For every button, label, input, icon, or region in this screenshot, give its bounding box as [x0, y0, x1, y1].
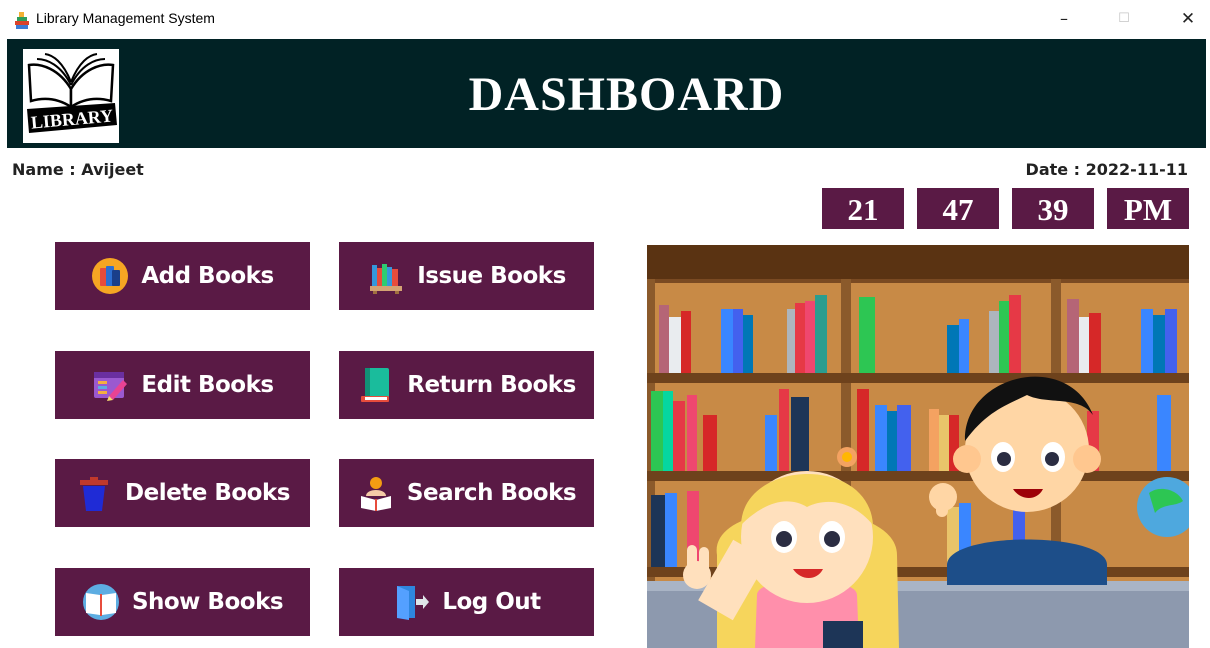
page-title: DASHBOARD — [468, 68, 785, 121]
date-label: Date : 2022-11-11 — [1025, 160, 1188, 179]
edit-books-button[interactable]: Edit Books — [55, 351, 310, 419]
books-app-icon — [15, 12, 29, 29]
library-logo: LIBRARY — [23, 49, 119, 143]
user-name-label: Name : Avijeet — [12, 160, 144, 179]
edit-books-label: Edit Books — [141, 372, 274, 398]
window-title: Library Management System — [36, 10, 215, 26]
delete-books-label: Delete Books — [125, 480, 290, 506]
add-books-button[interactable]: Add Books — [55, 242, 310, 310]
door-exit-icon — [397, 586, 430, 620]
clock-seconds: 39 — [1012, 188, 1094, 229]
clock-hours: 21 — [822, 188, 904, 229]
book-stack-icon — [92, 258, 129, 294]
log-out-label: Log Out — [442, 589, 541, 615]
search-books-button[interactable]: Search Books — [339, 459, 594, 527]
edit-window-icon — [94, 372, 128, 401]
return-books-label: Return Books — [407, 372, 576, 398]
add-books-label: Add Books — [141, 263, 274, 289]
open-book-icon — [82, 584, 119, 620]
log-out-button[interactable]: Log Out — [339, 568, 594, 636]
issue-books-label: Issue Books — [417, 263, 566, 289]
trash-can-icon — [80, 477, 109, 511]
bookshelf-icon — [370, 264, 403, 294]
show-books-button[interactable]: Show Books — [55, 568, 310, 636]
minimize-button[interactable]: – — [1044, 6, 1084, 32]
reading-person-icon — [360, 477, 391, 511]
window-titlebar: Library Management System – ☐ ✕ — [0, 0, 1210, 39]
dashboard-header: DASHBOARD LIBRARY — [7, 39, 1206, 148]
delete-books-button[interactable]: Delete Books — [55, 459, 310, 527]
issue-books-button[interactable]: Issue Books — [339, 242, 594, 310]
search-books-label: Search Books — [406, 480, 577, 506]
library-kids-illustration — [647, 245, 1189, 648]
clock-minutes: 47 — [917, 188, 999, 229]
close-button[interactable]: ✕ — [1168, 6, 1208, 32]
teal-book-icon — [361, 368, 390, 402]
show-books-label: Show Books — [131, 589, 284, 615]
clock-period: PM — [1107, 188, 1189, 229]
return-books-button[interactable]: Return Books — [339, 351, 594, 419]
maximize-button[interactable]: ☐ — [1104, 6, 1144, 32]
